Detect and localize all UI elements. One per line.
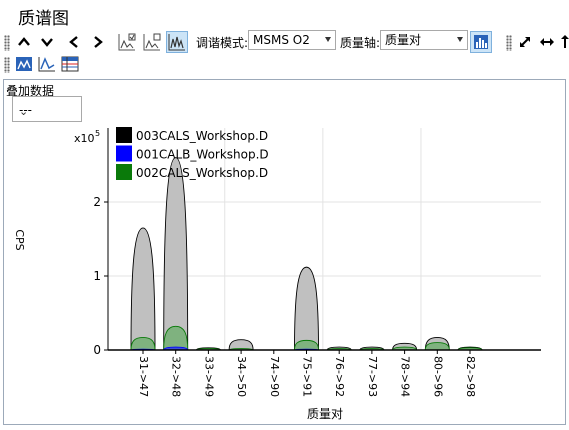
legend-swatch: [116, 164, 132, 180]
spectrum-peak: [424, 342, 450, 351]
x-tick-label: 75->91: [301, 356, 314, 397]
x-axis-label: 质量对: [307, 407, 343, 421]
x-tick-label: 80->96: [431, 356, 444, 397]
y-multiplier-exponent: 5: [95, 129, 100, 138]
y-multiplier-label: x10: [74, 132, 95, 145]
legend-entry: 001CALB_Workshop.D: [136, 148, 269, 162]
x-tick-label: 77->93: [366, 356, 379, 397]
x-tick-label: 82->98: [464, 356, 477, 397]
x-tick-label: 74->90: [268, 356, 281, 397]
x-tick-label: 76->92: [333, 356, 346, 397]
y-axis-label: CPS: [13, 229, 26, 250]
legend-entry: 002CALS_Workshop.D: [136, 166, 268, 180]
spectrum-peak: [130, 227, 156, 351]
x-tick-label: 33->49: [202, 356, 215, 397]
legend-swatch: [116, 127, 132, 143]
y-tick-label: 2: [93, 195, 101, 209]
x-tick-label: 34->50: [235, 356, 248, 397]
spectrum-peak: [163, 325, 189, 351]
spectrum-peak: [163, 157, 189, 351]
x-tick-label: 32->48: [170, 356, 183, 397]
y-tick-label: 1: [93, 269, 101, 283]
spectrum-peak: [294, 266, 319, 351]
x-tick-label: 78->94: [399, 356, 412, 397]
spectrum-peak: [294, 339, 319, 351]
legend-swatch: [116, 145, 132, 162]
mass-spectrum-chart: 0 1 2 x10 5 CPS 31->47 32->48 33->49 34->50 74->90…: [13, 127, 541, 421]
x-tick-label: 31->47: [137, 356, 150, 397]
legend-entry: 003CALS_Workshop.D: [136, 129, 268, 143]
y-tick-label: 0: [93, 343, 101, 357]
